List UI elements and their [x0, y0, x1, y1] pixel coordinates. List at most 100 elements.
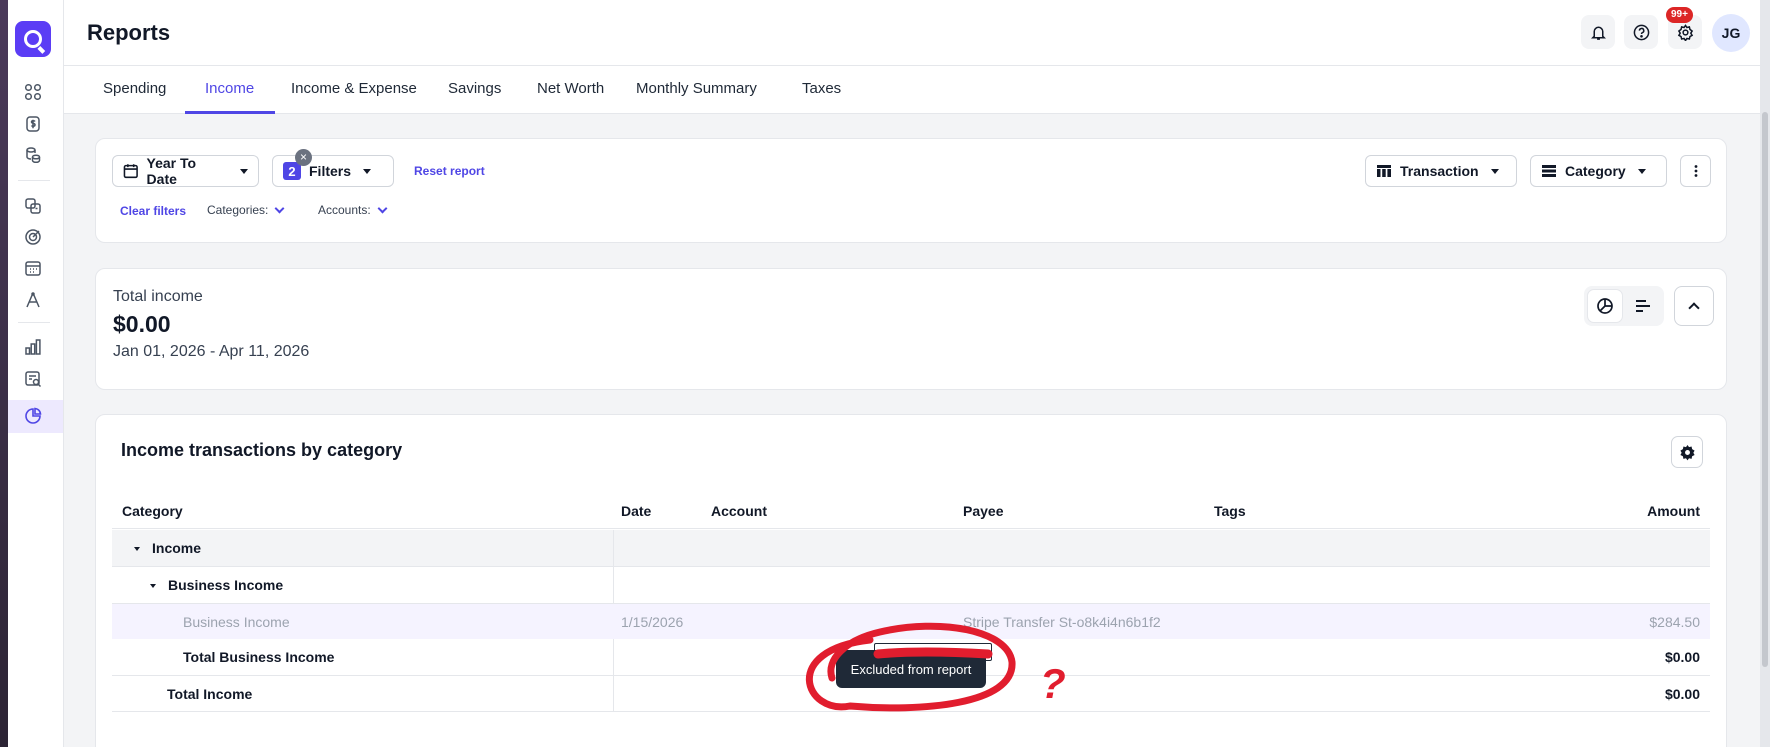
reset-report-link[interactable]: Reset report — [414, 164, 485, 178]
column-payee[interactable]: Payee — [963, 503, 1003, 519]
txn-payee: Stripe Transfer St-o8k4i4n6b1f2 — [963, 614, 1161, 630]
txn-category: Business Income — [183, 614, 290, 630]
group-by-category-label: Category — [1565, 163, 1626, 179]
clear-filter-close-icon[interactable]: × — [295, 149, 312, 166]
table-row[interactable]: Business Income — [112, 567, 1710, 604]
bar-view-button[interactable] — [1625, 289, 1661, 323]
subtotal-amount: $0.00 — [1664, 649, 1700, 665]
dollar-icon — [26, 116, 40, 132]
chevron-down-icon — [377, 203, 388, 213]
group-row-label: Income — [134, 540, 201, 556]
sidebar-item-transactions[interactable] — [20, 112, 46, 136]
sidebar-item-investments[interactable] — [20, 335, 46, 359]
pie-chart-icon — [25, 407, 42, 424]
chart-view-toggle — [1584, 286, 1664, 326]
user-avatar[interactable]: JG — [1712, 14, 1750, 52]
report-tabs: Spending Income Income & Expense Savings… — [64, 66, 1760, 114]
tab-income-expense[interactable]: Income & Expense — [291, 80, 417, 97]
app-logo[interactable] — [15, 21, 51, 57]
sidebar-item-dashboard[interactable] — [20, 80, 46, 104]
caret-down-icon[interactable] — [150, 584, 156, 589]
sidebar-divider — [18, 322, 50, 323]
column-amount[interactable]: Amount — [1647, 503, 1700, 519]
total-income-label: Total income — [113, 288, 203, 305]
categories-filter[interactable]: Categories: — [207, 203, 285, 217]
chevron-down-icon — [363, 168, 372, 174]
page-scrollbar[interactable] — [1760, 0, 1770, 747]
active-tab-indicator — [185, 111, 275, 114]
tab-spending[interactable]: Spending — [103, 80, 166, 97]
total-amount: $0.00 — [1664, 686, 1700, 702]
transactions-table-card: Income transactions by category Category… — [95, 414, 1727, 747]
summary-card: Total income $0.00 Jan 01, 2026 - Apr 11… — [95, 268, 1727, 390]
txn-amount: $284.50 — [1649, 614, 1700, 630]
table-icon — [1377, 165, 1391, 177]
column-account[interactable]: Account — [711, 503, 767, 519]
clear-filters-link[interactable]: Clear filters — [120, 204, 186, 218]
group-by-transaction-select[interactable]: Transaction — [1365, 155, 1517, 187]
transaction-row[interactable]: Business Income 1/15/2026 Stripe Transfe… — [112, 604, 1710, 639]
window-edge — [0, 0, 8, 747]
subgroup-row-label: Business Income — [150, 577, 283, 593]
tab-savings[interactable]: Savings — [448, 80, 501, 97]
categories-filter-label: Categories: — [207, 203, 269, 217]
gear-icon — [1677, 23, 1693, 41]
sidebar-item-calendar[interactable] — [20, 256, 46, 280]
notifications-button[interactable] — [1581, 15, 1615, 49]
top-bar: Reports 99+ JG — [64, 0, 1760, 66]
chevron-down-icon — [274, 203, 285, 213]
sidebar-item-transfers[interactable] — [20, 194, 46, 218]
sidebar-item-reports[interactable] — [20, 404, 46, 428]
calendar-icon — [123, 164, 138, 179]
tab-monthly-summary[interactable]: Monthly Summary — [636, 80, 757, 97]
sidebar-item-planning[interactable] — [20, 288, 46, 312]
logo-icon — [24, 30, 42, 48]
compass-icon — [26, 292, 40, 308]
sidebar-item-bills[interactable] — [20, 143, 46, 167]
help-icon — [1633, 24, 1649, 40]
business-group-label: Business Income — [168, 577, 284, 593]
chevron-down-icon — [240, 168, 248, 174]
table-row[interactable]: Income — [112, 530, 1710, 567]
group-by-category-select[interactable]: Category — [1530, 155, 1667, 187]
transfer-icon — [25, 198, 41, 214]
pie-view-button[interactable] — [1587, 289, 1623, 323]
table-settings-button[interactable] — [1671, 436, 1703, 468]
filters-button[interactable]: 2 Filters — [272, 155, 394, 187]
caret-down-icon[interactable] — [134, 547, 140, 552]
calendar-icon — [25, 261, 41, 276]
column-divider — [613, 567, 614, 603]
date-range-text: Jan 01, 2026 - Apr 11, 2026 — [113, 343, 310, 360]
accounts-filter[interactable]: Accounts: — [318, 203, 388, 217]
tab-income[interactable]: Income — [205, 80, 254, 97]
rows-icon — [1542, 165, 1556, 177]
column-category[interactable]: Category — [122, 503, 183, 519]
sidebar-item-reviews[interactable] — [20, 367, 46, 391]
grid-icon — [24, 83, 42, 101]
more-options-button[interactable] — [1680, 155, 1711, 187]
chevron-down-icon — [1637, 168, 1646, 174]
tab-taxes[interactable]: Taxes — [802, 80, 841, 97]
column-divider — [613, 530, 614, 566]
subtotal-label: Total Business Income — [183, 649, 335, 665]
scrollbar-thumb[interactable] — [1762, 112, 1768, 667]
help-button[interactable] — [1624, 15, 1658, 49]
target-icon — [25, 229, 41, 245]
column-date[interactable]: Date — [621, 503, 651, 519]
table-header: Category Date Account Payee Tags Amount — [112, 495, 1710, 529]
sidebar-item-goals[interactable] — [20, 225, 46, 249]
date-range-select[interactable]: Year To Date — [112, 155, 259, 187]
search-list-icon — [25, 371, 42, 388]
column-tags[interactable]: Tags — [1214, 503, 1246, 519]
coins-icon — [26, 147, 41, 164]
date-range-label: Year To Date — [146, 155, 197, 187]
group-by-transaction-label: Transaction — [1400, 163, 1479, 179]
chevron-down-icon — [1490, 168, 1499, 174]
column-divider — [613, 639, 614, 675]
chevron-up-icon — [1688, 302, 1700, 314]
collapse-chart-button[interactable] — [1674, 286, 1714, 326]
tab-net-worth[interactable]: Net Worth — [537, 80, 604, 97]
sidebar-divider — [18, 180, 50, 181]
table-title: Income transactions by category — [121, 440, 403, 460]
pie-chart-icon — [1597, 298, 1613, 314]
